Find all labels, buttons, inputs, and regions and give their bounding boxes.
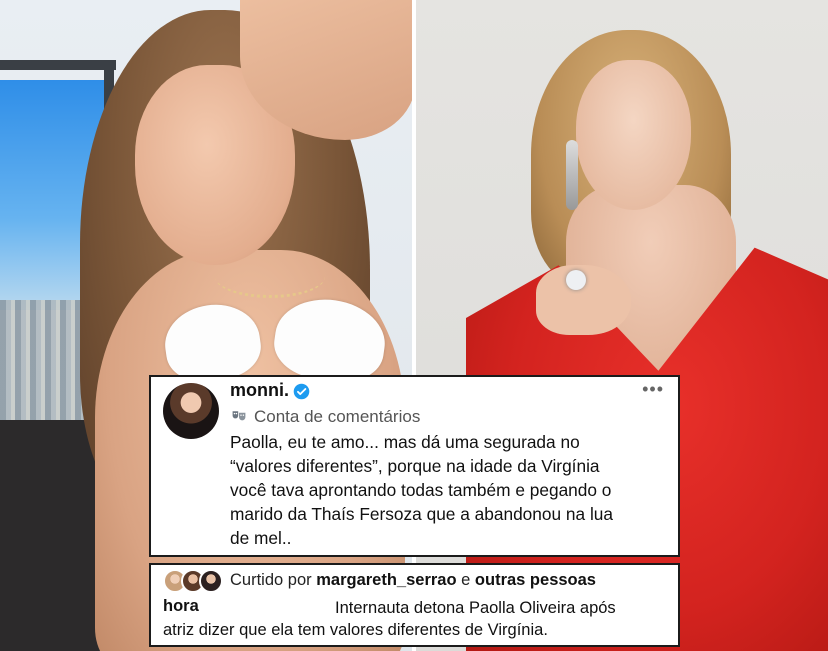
window-frame-top <box>0 60 116 70</box>
comment-card: monni. ••• Conta de comentários Paolla, … <box>149 375 680 557</box>
actress-ring <box>566 270 586 290</box>
caption: Internauta detona Paolla Oliveira após a… <box>163 597 668 641</box>
necklace <box>215 255 325 298</box>
liked-by-others[interactable]: outras pessoas <box>475 571 596 589</box>
liked-by-text[interactable]: Curtido por margareth_serrao e outras pe… <box>230 571 596 590</box>
comment-line: marido da Thaís Fersoza que a abandonou … <box>230 504 614 524</box>
caption-line: atriz dizer que ela tem valores diferent… <box>163 621 548 639</box>
comment-line: de mel.. <box>230 528 292 548</box>
comment-line: “valores diferentes”, porque na idade da… <box>230 456 600 476</box>
masks-icon <box>232 411 246 421</box>
caption-line: Internauta detona Paolla Oliveira após <box>335 599 616 617</box>
actress-face <box>576 60 691 210</box>
liker-avatar[interactable] <box>199 569 223 593</box>
actress-earring <box>566 140 578 210</box>
liked-by-prefix: Curtido por <box>230 571 312 589</box>
username[interactable]: monni. <box>230 380 289 401</box>
more-horizontal-icon[interactable]: ••• <box>642 379 664 400</box>
liked-by-connector: e <box>461 571 471 589</box>
verified-badge-icon <box>293 383 310 400</box>
comment-line: Paolla, eu te amo... mas dá uma segurada… <box>230 432 580 452</box>
account-subtitle: Conta de comentários <box>254 407 421 426</box>
comment-line: você tava aprontando todas também e pega… <box>230 480 612 500</box>
comment-text: Paolla, eu te amo... mas dá uma segurada… <box>230 430 670 550</box>
likes-and-caption: Curtido por margareth_serrao e outras pe… <box>149 563 680 647</box>
avatar[interactable] <box>163 383 219 439</box>
liked-by-user[interactable]: margareth_serrao <box>316 571 456 589</box>
